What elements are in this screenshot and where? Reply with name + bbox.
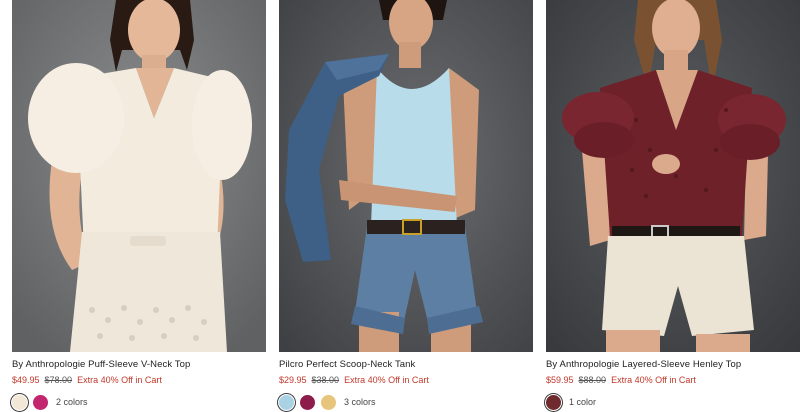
product-photo-scoop-neck-tank (279, 0, 533, 352)
product-title[interactable]: By Anthropologie Puff-Sleeve V-Neck Top (12, 359, 190, 370)
original-price: $78.00 (44, 375, 73, 385)
price-row: $49.95 $78.00 Extra 40% Off in Cart (12, 375, 162, 385)
product-photo-puff-sleeve-top (12, 0, 266, 352)
product-title[interactable]: Pilcro Perfect Scoop-Neck Tank (279, 359, 415, 370)
color-swatch-selected[interactable] (546, 394, 561, 410)
color-swatch[interactable] (300, 394, 315, 410)
sale-price: $29.95 (279, 375, 307, 385)
color-swatches: 1 color (546, 394, 596, 410)
price-row: $29.95 $38.00 Extra 40% Off in Cart (279, 375, 429, 385)
price-row: $59.95 $88.00 Extra 40% Off in Cart (546, 375, 696, 385)
promo-text: Extra 40% Off in Cart (344, 375, 429, 385)
color-swatch[interactable] (321, 394, 336, 410)
product-title[interactable]: By Anthropologie Layered-Sleeve Henley T… (546, 359, 741, 370)
color-swatches: 3 colors (279, 394, 376, 410)
product-image[interactable] (279, 0, 533, 352)
color-swatches: 2 colors (12, 394, 88, 410)
sale-price: $59.95 (546, 375, 574, 385)
product-card[interactable]: By Anthropologie Puff-Sleeve V-Neck Top … (12, 0, 266, 412)
promo-text: Extra 40% Off in Cart (77, 375, 162, 385)
colors-count: 1 color (569, 397, 597, 407)
promo-text: Extra 40% Off in Cart (611, 375, 696, 385)
product-image[interactable] (546, 0, 800, 352)
color-swatch-selected[interactable] (12, 394, 27, 410)
product-card[interactable]: Pilcro Perfect Scoop-Neck Tank $29.95 $38… (279, 0, 533, 412)
product-image[interactable] (12, 0, 266, 352)
original-price: $88.00 (578, 375, 607, 385)
colors-count: 3 colors (344, 397, 376, 407)
color-swatch-selected[interactable] (279, 394, 294, 410)
product-card[interactable]: By Anthropologie Layered-Sleeve Henley T… (546, 0, 800, 412)
color-swatch[interactable] (33, 394, 48, 410)
original-price: $38.00 (311, 375, 340, 385)
colors-count: 2 colors (56, 397, 88, 407)
product-grid: By Anthropologie Puff-Sleeve V-Neck Top … (0, 0, 800, 412)
sale-price: $49.95 (12, 375, 40, 385)
product-photo-henley-top (546, 0, 800, 352)
